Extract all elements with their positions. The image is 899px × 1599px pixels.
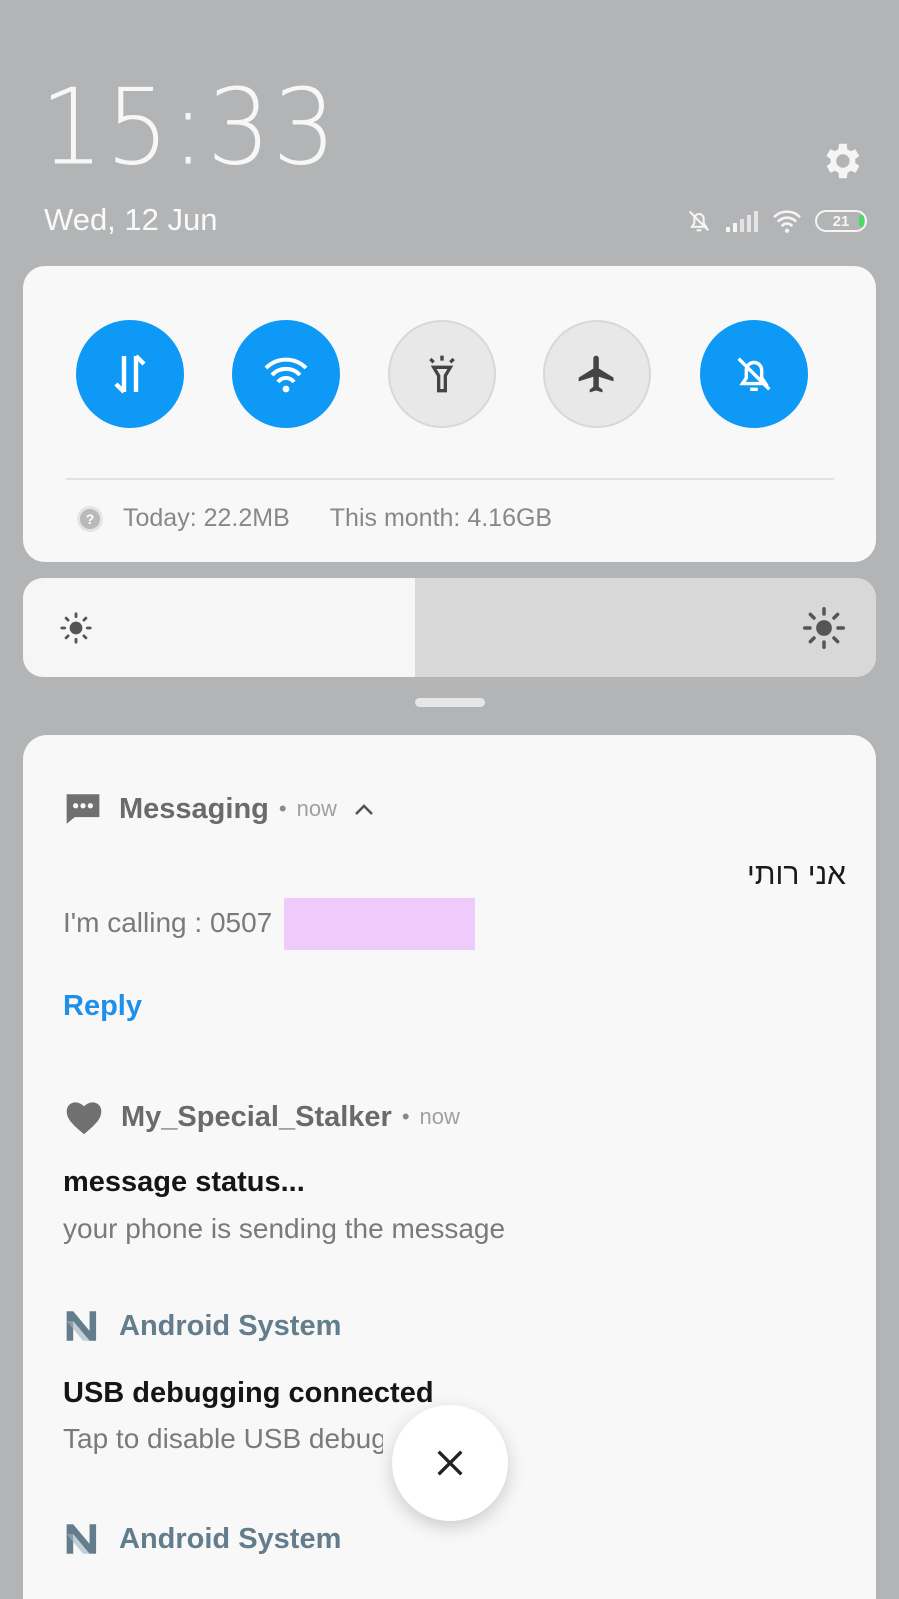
usage-today: Today: 22.2MB [123, 504, 290, 532]
shade-drag-handle[interactable] [415, 698, 485, 707]
notification-app-name: My_Special_Stalker [121, 1100, 392, 1133]
divider [66, 478, 834, 480]
notification-app-name: Android System [119, 1522, 342, 1555]
notification-app-name: Messaging [119, 792, 269, 825]
flashlight-icon [429, 355, 455, 393]
notification-message-text: I'm calling : 0507 [63, 907, 273, 938]
separator-dot: • [278, 796, 287, 821]
notification-time: now [296, 796, 337, 821]
settings-gear-icon[interactable] [818, 138, 864, 184]
help-icon: ? [77, 505, 103, 532]
close-icon [437, 1450, 463, 1476]
data-arrows-icon [114, 354, 146, 394]
data-usage[interactable]: ? Today: 22.2MB This month: 4.16GB [77, 504, 552, 533]
chevron-up-icon[interactable] [353, 802, 375, 816]
bell-off-icon [737, 357, 771, 392]
wifi-icon [773, 210, 801, 233]
battery-level: 21 [832, 212, 850, 230]
flashlight-toggle[interactable] [388, 320, 496, 428]
mobile-data-toggle[interactable] [76, 320, 184, 428]
date: Wed, 12 Jun [44, 202, 218, 237]
notification-text: your phone is sending the message [63, 1213, 506, 1244]
android-system-icon [66, 1311, 97, 1341]
notification-title: USB debugging connected [63, 1377, 434, 1409]
notification-text: Tap to disable USB debugging [63, 1423, 383, 1454]
notification-header-android-system[interactable]: Android System [63, 1521, 341, 1557]
redaction-box [284, 898, 475, 950]
brightness-low-icon [60, 612, 92, 644]
wifi-toggle[interactable] [232, 320, 340, 428]
airplane-icon [578, 355, 614, 393]
notification-app-name: Android System [119, 1309, 342, 1342]
notification-header-android-system[interactable]: Android System [63, 1308, 341, 1344]
notification-header-messaging[interactable]: Messaging • now [63, 791, 375, 827]
notification-sender: אני רותי [747, 858, 846, 891]
silent-mode-toggle[interactable] [700, 320, 808, 428]
brightness-slider[interactable] [23, 578, 876, 677]
status-bar-icons: 21 [685, 206, 867, 236]
notification-time: now [419, 1104, 460, 1129]
notification-header-stalker[interactable]: My_Special_Stalker • now [63, 1098, 460, 1136]
wifi-icon [264, 357, 308, 393]
brightness-high-icon [803, 607, 845, 649]
clear-all-button[interactable] [392, 1405, 508, 1521]
android-system-icon [66, 1524, 97, 1554]
quick-settings-panel: ? Today: 22.2MB This month: 4.16GB [23, 266, 876, 562]
heart-icon [66, 1102, 102, 1135]
battery-icon: 21 [815, 210, 867, 232]
notification-title: message status... [63, 1166, 305, 1198]
message-icon [66, 794, 100, 824]
separator-dot: • [401, 1104, 410, 1129]
usage-month: This month: 4.16GB [329, 504, 553, 532]
signal-icon [726, 211, 758, 232]
mute-icon [688, 210, 710, 232]
clock: 15:33 [40, 66, 339, 189]
airplane-mode-toggle[interactable] [543, 320, 651, 428]
reply-button[interactable]: Reply [63, 990, 142, 1023]
